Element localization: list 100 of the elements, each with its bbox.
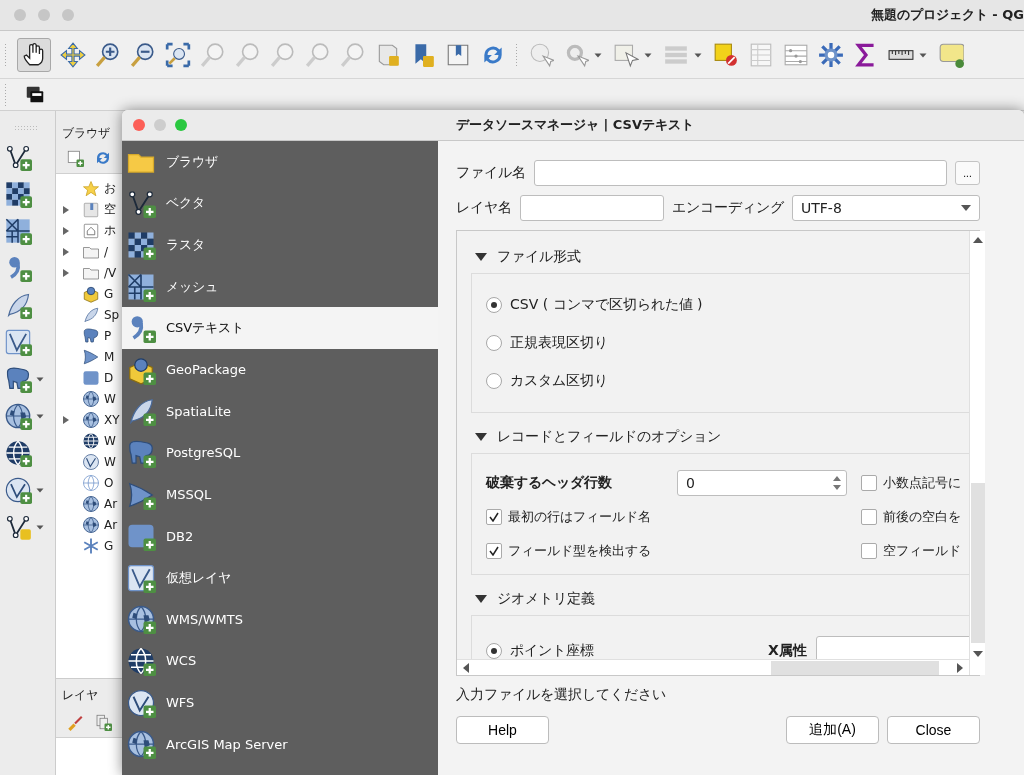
tree-item[interactable]: /	[104, 244, 109, 259]
tree-item[interactable]: G	[104, 286, 114, 301]
layer-name-field[interactable]	[520, 195, 664, 221]
source-item[interactable]: WMS/WMTS	[122, 598, 438, 641]
gear-icon[interactable]	[818, 41, 844, 68]
source-item[interactable]: メッシュ	[122, 265, 438, 308]
dialog-button[interactable]: 追加(A)	[786, 716, 879, 744]
mesh-grid-icon[interactable]	[4, 217, 32, 245]
source-item[interactable]: DB2	[122, 515, 438, 557]
source-item[interactable]: ArcGIS Map Server	[122, 723, 438, 765]
tree-item[interactable]: /V	[104, 265, 117, 280]
arrows-magnifier-icon[interactable]	[165, 41, 191, 68]
panel-title: ブラウザ	[61, 125, 111, 142]
tree-item[interactable]: W	[104, 391, 116, 406]
collapse-triangle-icon[interactable]	[475, 594, 487, 604]
tree-item[interactable]: G	[104, 538, 114, 553]
horizontal-scrollbar[interactable]	[457, 659, 969, 675]
checkered-grid-icon[interactable]	[4, 180, 32, 208]
zoom-out-icon[interactable]	[130, 41, 156, 68]
field-label: ファイル名	[456, 164, 526, 182]
tree-item[interactable]: Sp	[104, 307, 120, 322]
collapse-triangle-icon[interactable]	[475, 432, 487, 442]
source-item[interactable]: WFS	[122, 681, 438, 724]
source-item[interactable]: GeoPackage	[122, 348, 438, 391]
checkbox-label: フィールド型を検出する	[508, 542, 651, 560]
close-button[interactable]	[133, 119, 145, 131]
elephant-icon[interactable]	[4, 365, 32, 393]
expand-arrow-icon[interactable]	[62, 414, 70, 425]
tree-item[interactable]: P	[104, 328, 112, 343]
source-item[interactable]: ラスタ	[122, 224, 438, 266]
checkbox[interactable]	[861, 475, 877, 491]
scroll-up-icon[interactable]	[972, 237, 983, 243]
scroll-left-icon[interactable]	[463, 662, 469, 673]
tree-item[interactable]: D	[104, 370, 114, 385]
expand-arrow-icon[interactable]	[62, 204, 70, 215]
elephant-icon	[82, 326, 100, 345]
tree-item[interactable]: Ar	[104, 517, 118, 532]
tree-item[interactable]: 空	[104, 201, 116, 218]
dialog-button[interactable]: Close	[887, 716, 980, 744]
field-label: X属性	[768, 642, 808, 659]
expand-arrow-icon[interactable]	[62, 267, 70, 278]
checkbox[interactable]	[861, 543, 877, 559]
expand-arrow-icon[interactable]	[62, 246, 70, 257]
radio-button[interactable]	[486, 373, 502, 389]
vertex-square-icon	[126, 562, 156, 593]
file-name-field[interactable]	[534, 160, 947, 186]
zoom-in-icon[interactable]	[95, 41, 121, 68]
tree-item[interactable]: XY	[104, 412, 120, 427]
checkbox[interactable]	[861, 509, 877, 525]
source-item[interactable]: 仮想レイヤ	[122, 556, 438, 599]
section-title[interactable]: ジオメトリ定義	[497, 590, 595, 608]
vertex-line-icon[interactable]	[4, 143, 32, 171]
radio-button[interactable]	[486, 643, 502, 659]
checkbox[interactable]	[486, 509, 502, 525]
vertex-square-icon[interactable]	[4, 328, 32, 356]
source-item[interactable]: WCS	[122, 640, 438, 682]
source-item[interactable]: ベクタ	[122, 182, 438, 225]
four-arrows-icon[interactable]	[60, 41, 86, 68]
window-title: 無題のプロジェクト - QG	[870, 6, 1024, 24]
option-label: カスタム区切り	[510, 372, 608, 390]
globe-icon	[82, 389, 100, 408]
globe-vertex-icon[interactable]	[4, 476, 32, 504]
collapse-triangle-icon[interactable]	[475, 252, 487, 262]
vertical-scrollbar[interactable]	[969, 231, 985, 675]
source-item[interactable]: CSVテキスト	[122, 307, 438, 349]
source-item[interactable]: SpatiaLite	[122, 390, 438, 433]
globe-icon[interactable]	[4, 402, 32, 430]
source-item[interactable]: MSSQL	[122, 473, 438, 516]
tree-item[interactable]: O	[104, 475, 114, 490]
tree-item[interactable]: ホ	[104, 222, 116, 239]
scroll-down-icon[interactable]	[972, 651, 983, 657]
section-title[interactable]: レコードとフィールドのオプション	[497, 428, 721, 446]
square-stop-icon[interactable]	[713, 41, 739, 68]
source-item[interactable]: PostgreSQL	[122, 432, 438, 474]
tree-item[interactable]: Ar	[104, 496, 118, 511]
tree-item[interactable]: M	[104, 349, 115, 364]
option-label: 正規表現区切り	[510, 334, 608, 352]
stacked-pages-icon[interactable]	[94, 713, 112, 731]
brush-icon[interactable]	[66, 713, 84, 731]
radio-button[interactable]	[486, 335, 502, 351]
encoding-dropdown[interactable]: UTF-8	[792, 195, 980, 221]
square-plus-icon[interactable]	[66, 149, 84, 167]
header-rows-spinbox[interactable]: 0	[677, 470, 847, 496]
radio-button[interactable]	[486, 297, 502, 313]
refresh-icon[interactable]	[94, 149, 112, 167]
dialog-button[interactable]: Help	[456, 716, 549, 744]
checkbox[interactable]	[486, 543, 502, 559]
globe-icon	[126, 645, 156, 676]
speech-bubble-icon[interactable]	[938, 41, 964, 68]
tree-item[interactable]: W	[104, 433, 116, 448]
pan-tool-button[interactable]	[17, 37, 51, 72]
expand-arrow-icon[interactable]	[62, 225, 70, 236]
tree-item[interactable]: W	[104, 454, 116, 469]
scroll-right-icon[interactable]	[957, 662, 963, 673]
section-title[interactable]: ファイル形式	[497, 248, 581, 266]
source-item[interactable]: ブラウザ	[122, 141, 438, 183]
browse-button[interactable]: ...	[955, 161, 980, 185]
spin-arrows-icon[interactable]	[832, 475, 842, 491]
vertex-line-icon[interactable]	[4, 513, 32, 541]
tree-item[interactable]: お	[104, 180, 116, 197]
